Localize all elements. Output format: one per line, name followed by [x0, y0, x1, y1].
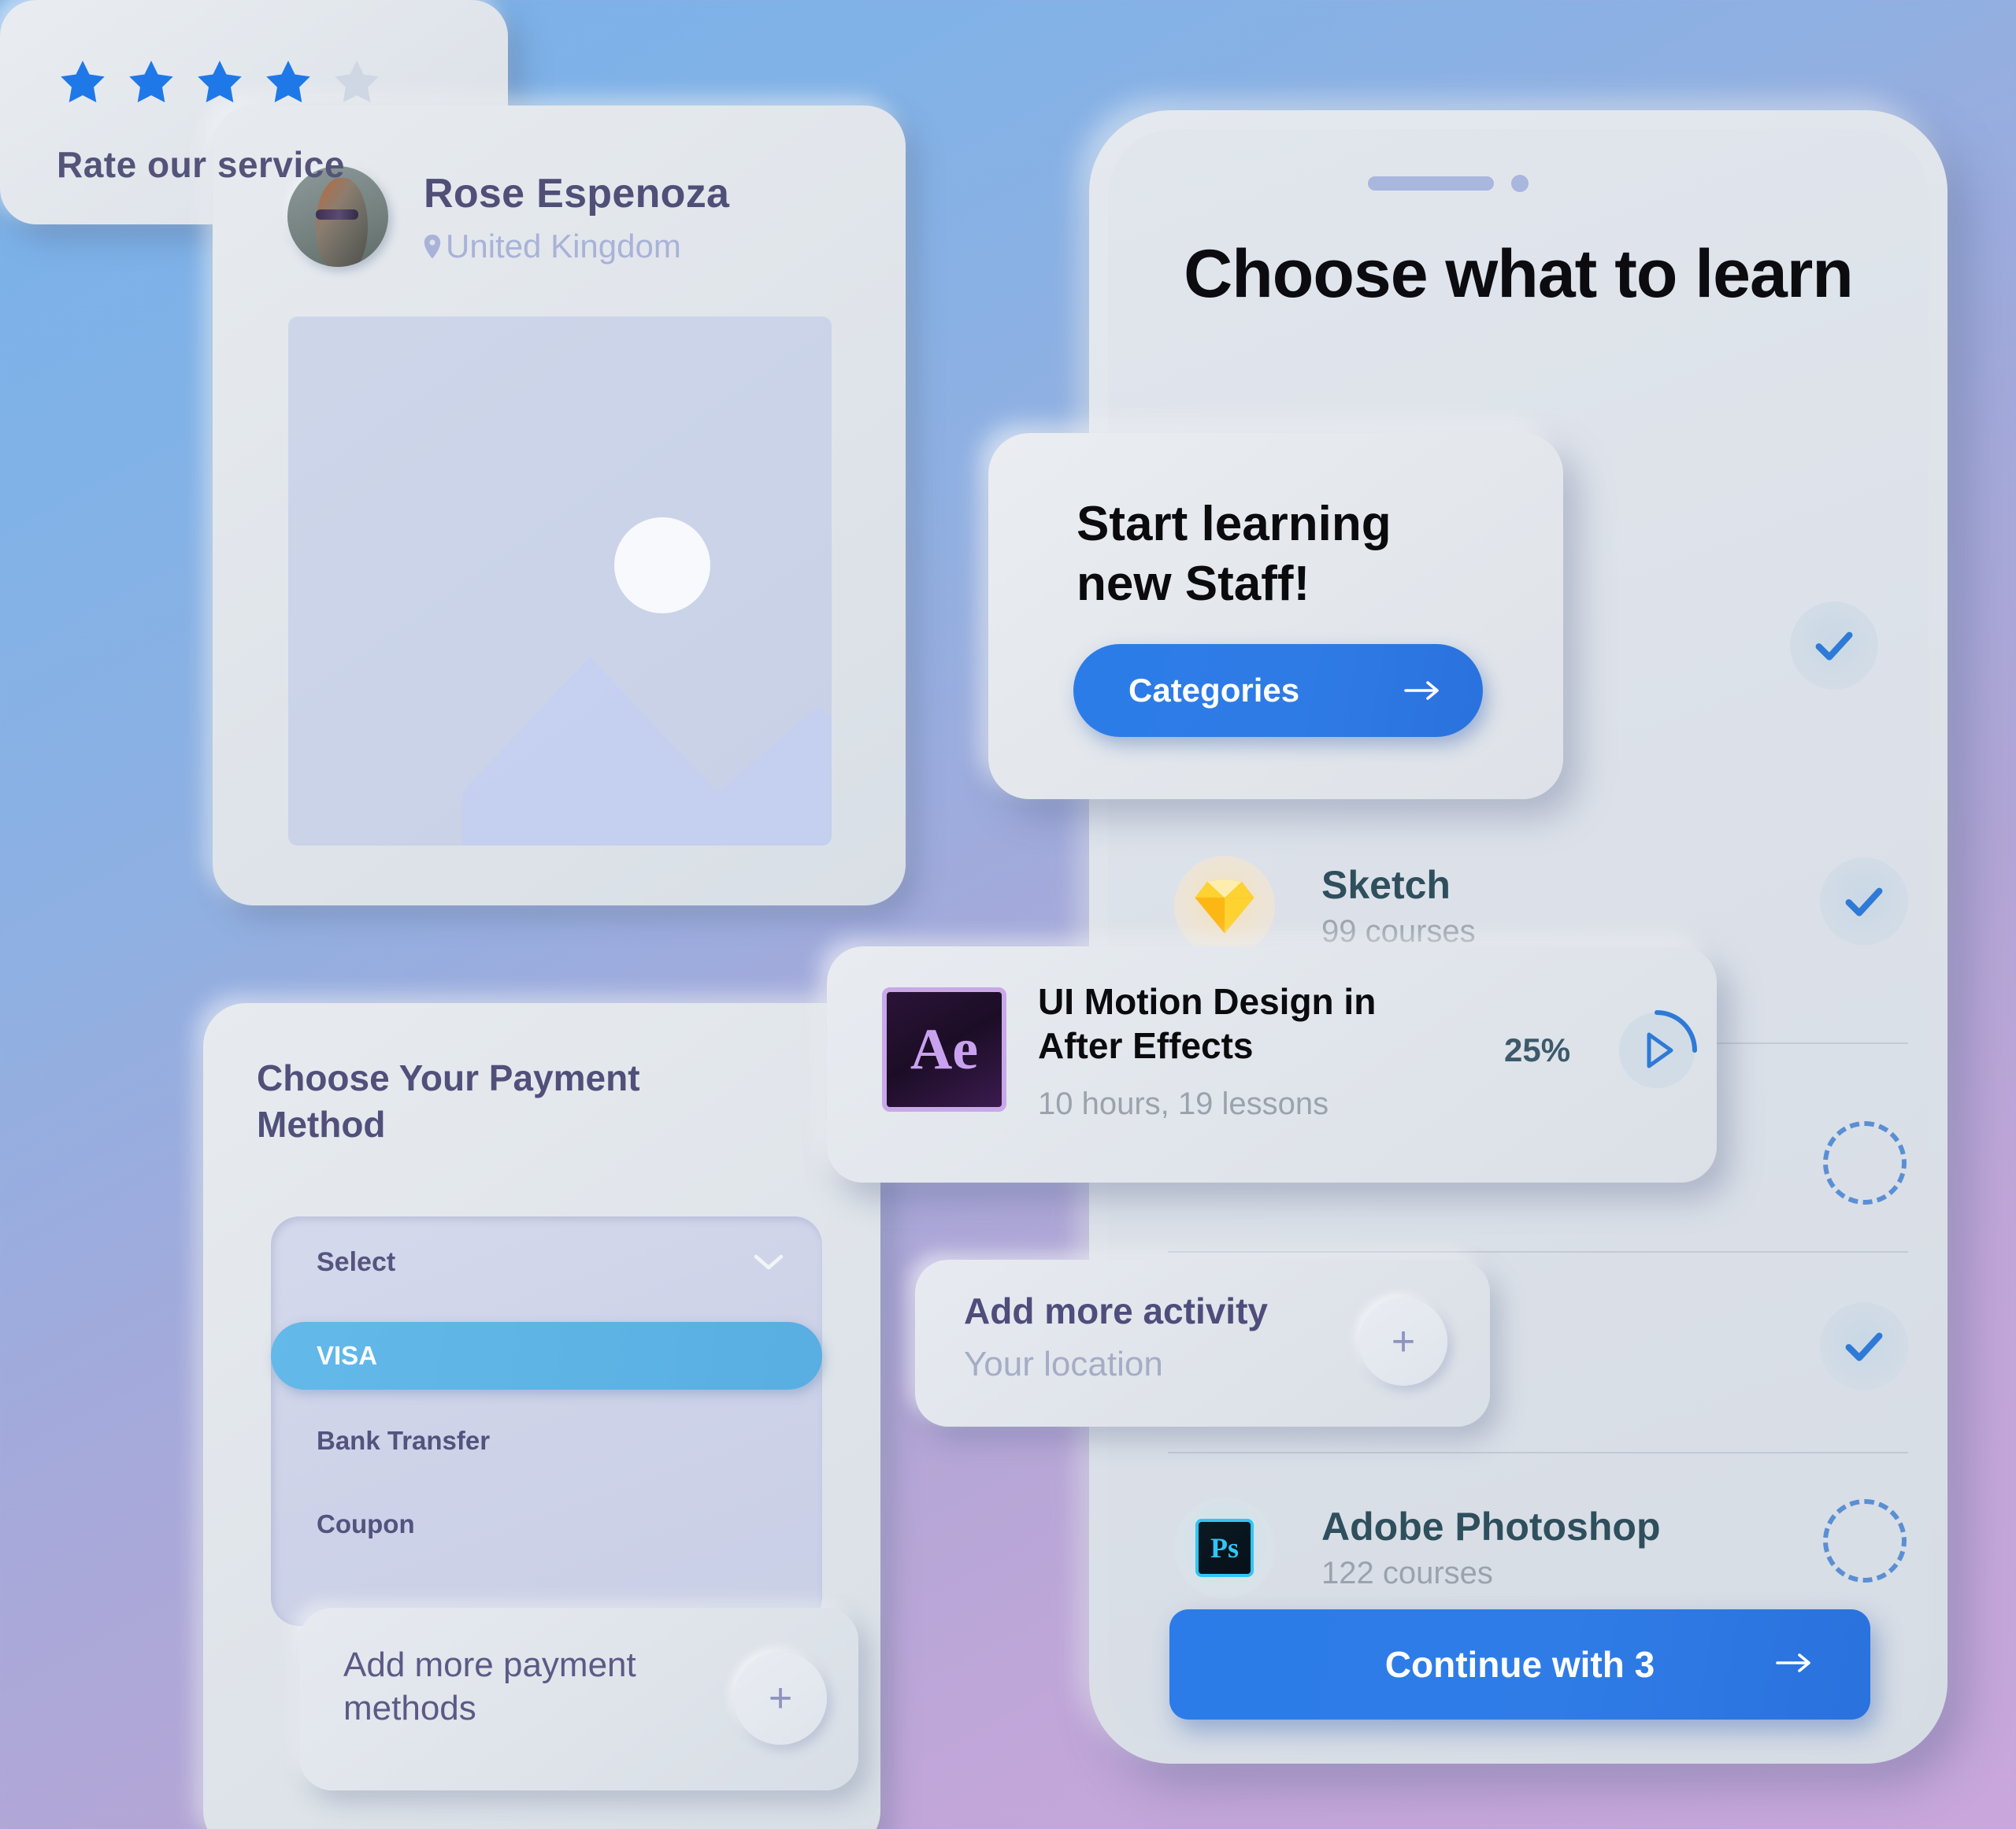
start-learning-card: Start learning new Staff! Categories [988, 433, 1563, 799]
star-icon-empty[interactable] [331, 57, 383, 109]
payment-option-bank-transfer[interactable]: Bank Transfer [271, 1407, 822, 1475]
phone-screen: Choose what to learn Sketch 99 courses P… [1108, 129, 1929, 1745]
chevron-down-icon[interactable] [753, 1253, 784, 1272]
payment-option-label: VISA [317, 1341, 378, 1370]
phone-mockup: Choose what to learn Sketch 99 courses P… [1089, 110, 1947, 1764]
play-icon[interactable] [1614, 1008, 1699, 1093]
course-meta: 99 courses [1321, 914, 1476, 949]
payment-select-row[interactable]: Select [271, 1216, 822, 1308]
arrow-right-icon [1776, 1653, 1810, 1672]
sketch-logo-icon [1174, 856, 1275, 957]
photoshop-logo-label: Ps [1195, 1519, 1254, 1577]
arrow-right-icon [1404, 681, 1439, 700]
sketch-diamond-icon [1195, 879, 1254, 934]
payment-method-select-panel[interactable]: Select VISA Bank Transfer Coupon [271, 1216, 822, 1626]
add-activity-title: Add more activity [964, 1290, 1268, 1331]
categories-button-label: Categories [1128, 672, 1300, 709]
list-divider [1168, 1452, 1908, 1453]
check-icon [1845, 887, 1883, 916]
course-play-progress[interactable] [1614, 1008, 1699, 1093]
after-effects-logo-icon: Ae [882, 987, 1006, 1112]
categories-button[interactable]: Categories [1073, 644, 1483, 737]
star-icon[interactable] [262, 57, 314, 109]
avatar-sunglasses [315, 209, 358, 220]
star-icon[interactable] [194, 57, 246, 109]
course-meta: 10 hours, 19 lessons [1038, 1087, 1329, 1121]
course-check-icon[interactable] [1790, 602, 1878, 690]
start-learning-title: Start learning new Staff! [1077, 497, 1392, 611]
payment-title: Choose Your Payment Method [257, 1057, 640, 1145]
photoshop-logo-icon: Ps [1174, 1498, 1275, 1598]
star-icon[interactable] [57, 57, 109, 109]
course-check-icon[interactable] [1820, 1302, 1908, 1390]
check-icon [1815, 631, 1853, 661]
add-payment-methods-card[interactable]: Add more payment methods + [299, 1608, 858, 1790]
continue-button[interactable]: Continue with 3 [1169, 1609, 1870, 1720]
add-payment-methods-label: Add more payment methods [343, 1646, 636, 1727]
check-icon [1845, 1332, 1883, 1361]
dashed-circle-icon[interactable] [1823, 1499, 1907, 1583]
course-name: Adobe Photoshop [1321, 1505, 1661, 1549]
add-activity-card[interactable]: Add more activity Your location + [915, 1260, 1490, 1427]
payment-option-visa[interactable]: VISA [271, 1322, 822, 1390]
avatar-figure [315, 178, 369, 267]
placeholder-mountain-icon [461, 657, 832, 846]
continue-button-label: Continue with 3 [1384, 1644, 1655, 1685]
course-progress-card[interactable]: Ae UI Motion Design in After Effects 10 … [827, 946, 1717, 1183]
plus-glyph: + [768, 1675, 793, 1721]
list-divider [1168, 1251, 1908, 1253]
page-title: Choose what to learn [1184, 236, 1854, 312]
payment-option-label: Coupon [317, 1509, 415, 1538]
course-title: UI Motion Design in After Effects [1038, 981, 1377, 1067]
star-icon[interactable] [125, 57, 177, 109]
course-name: Sketch [1321, 863, 1451, 907]
phone-speaker-icon [1368, 176, 1494, 191]
course-progress-percent: 25% [1504, 1031, 1571, 1068]
phone-camera-icon [1511, 175, 1529, 192]
image-placeholder-icon [288, 317, 832, 846]
plus-icon[interactable]: + [1359, 1298, 1447, 1386]
dashed-circle-icon[interactable] [1823, 1121, 1907, 1205]
plus-glyph: + [1391, 1319, 1416, 1364]
profile-card: Rose Espenoza United Kingdom [213, 106, 906, 905]
after-effects-logo-label: Ae [910, 1016, 979, 1082]
payment-option-coupon[interactable]: Coupon [271, 1490, 822, 1558]
add-activity-subtitle: Your location [964, 1345, 1163, 1383]
placeholder-sun-icon [614, 517, 710, 614]
course-check-icon[interactable] [1820, 857, 1908, 946]
payment-option-label: Bank Transfer [317, 1426, 491, 1455]
payment-select-value: Select [317, 1246, 396, 1277]
profile-location-label: United Kingdom [446, 228, 681, 265]
location-pin-icon [424, 235, 441, 258]
course-meta: 122 courses [1321, 1556, 1493, 1590]
star-rating[interactable] [57, 57, 383, 109]
profile-location: United Kingdom [424, 228, 681, 265]
rating-label: Rate our service [57, 144, 345, 185]
plus-icon[interactable]: + [734, 1652, 827, 1745]
profile-name: Rose Espenoza [424, 171, 730, 217]
